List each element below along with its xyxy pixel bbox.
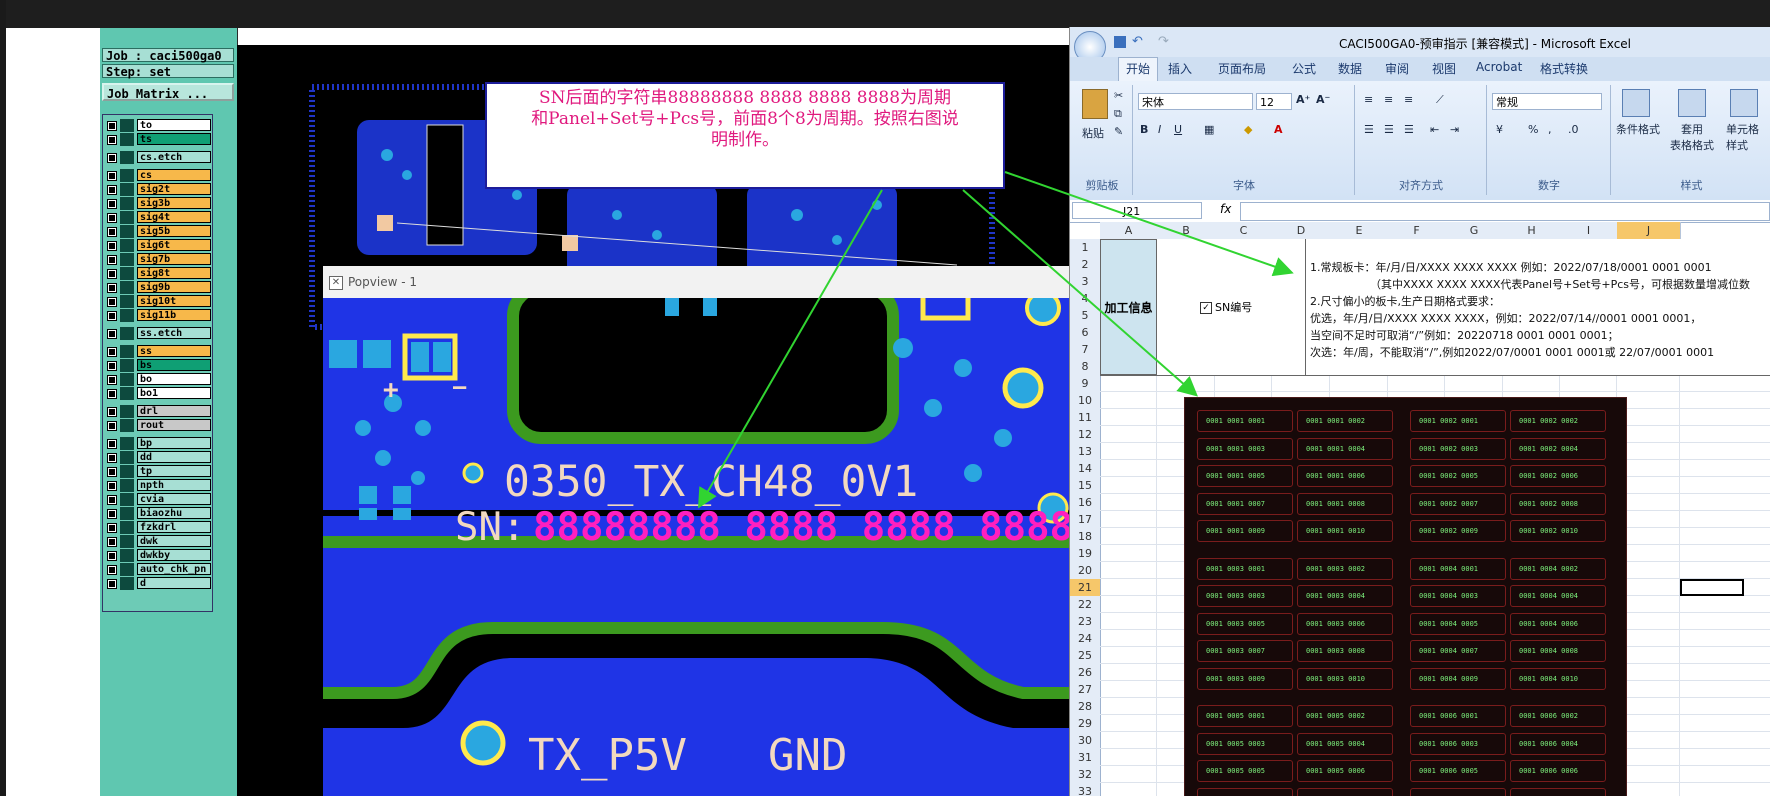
arrow-to-sample bbox=[962, 189, 1199, 397]
arrow-overlay bbox=[697, 171, 1294, 509]
arrow-to-sn bbox=[697, 189, 883, 509]
arrow-to-notes bbox=[1004, 171, 1294, 277]
